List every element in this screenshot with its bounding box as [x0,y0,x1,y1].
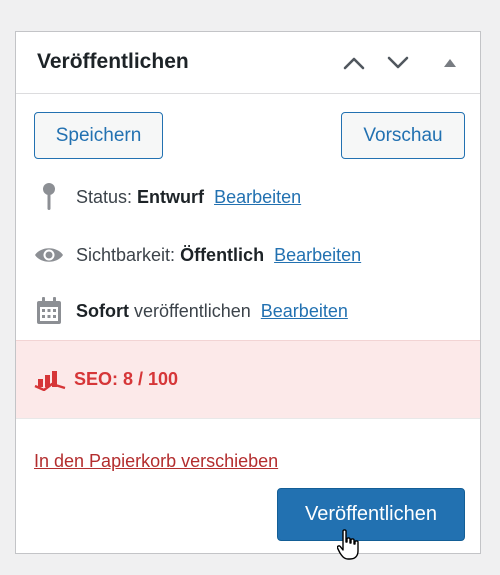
panel-title: Veröffentlichen [37,50,189,73]
status-row: Status: Entwurf Bearbeiten [34,181,470,213]
save-draft-button[interactable]: Speichern [34,112,163,159]
preview-button[interactable]: Vorschau [341,112,465,159]
move-down-button[interactable] [383,48,413,78]
status-label: Status: [76,186,133,207]
schedule-label: veröffentlichen [134,300,251,321]
publish-box: Veröffentlichen Speichern Vorschau Statu… [15,31,481,560]
visibility-row: Sichtbarkeit: Öffentlich Bearbeiten [34,239,470,271]
schedule-value: Sofort [76,300,129,321]
edit-schedule-link[interactable]: Bearbeiten [261,301,348,321]
visibility-value: Öffentlich [180,244,265,265]
schedule-row: Sofort veröffentlichen Bearbeiten [34,295,470,327]
collapse-triangle-icon [444,59,456,67]
move-up-button[interactable] [339,48,369,78]
toggle-panel-button[interactable] [435,48,465,78]
status-value: Entwurf [137,186,205,207]
seo-score-box: SEO: 8 / 100 [16,340,480,419]
chevron-down-icon [387,56,409,69]
publish-box-header: Veröffentlichen [16,32,480,94]
calendar-icon [34,296,64,326]
eye-icon [34,240,64,270]
pin-icon [34,182,64,212]
chevron-up-icon [343,57,365,70]
seo-chart-icon [34,370,66,391]
seo-score-label: SEO: 8 / 100 [74,369,179,389]
visibility-label: Sichtbarkeit: [76,244,176,265]
publish-button[interactable]: Veröffentlichen [277,488,465,541]
edit-visibility-link[interactable]: Bearbeiten [274,245,361,265]
move-to-trash-link[interactable]: In den Papierkorb verschieben [34,451,278,472]
edit-status-link[interactable]: Bearbeiten [214,187,301,207]
hand-cursor-icon [337,529,359,560]
